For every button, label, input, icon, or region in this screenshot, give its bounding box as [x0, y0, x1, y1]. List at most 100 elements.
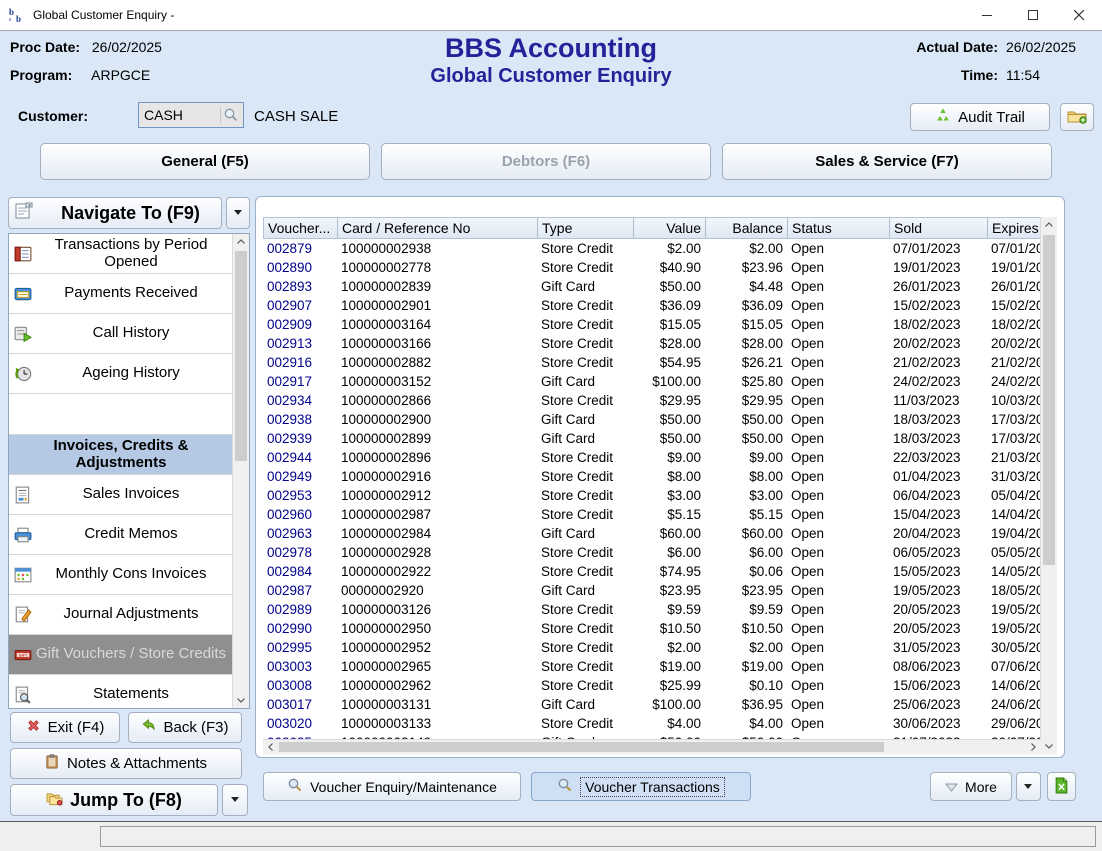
customer-code-input[interactable]: [139, 107, 220, 123]
table-row[interactable]: 002963100000002984Gift Card$60.00$60.00O…: [263, 524, 1041, 543]
column-header-expires[interactable]: Expires: [988, 218, 1041, 238]
cell-voucher[interactable]: 003008: [263, 676, 337, 695]
table-row[interactable]: 002879100000002938Store Credit$2.00$2.00…: [263, 239, 1041, 258]
cell-voucher[interactable]: 002987: [263, 581, 337, 600]
table-vertical-scrollbar[interactable]: [1040, 217, 1057, 754]
cell-voucher[interactable]: 002913: [263, 334, 337, 353]
table-row[interactable]: 002913100000003166Store Credit$28.00$28.…: [263, 334, 1041, 353]
cell-voucher[interactable]: 002917: [263, 372, 337, 391]
table-row[interactable]: 002938100000002900Gift Card$50.00$50.00O…: [263, 410, 1041, 429]
notes-attachments-button[interactable]: Notes & Attachments: [10, 748, 242, 779]
jump-to-button[interactable]: Jump To (F8): [10, 784, 218, 816]
sidebar-item-call-history[interactable]: Call History: [9, 314, 233, 354]
cell-voucher[interactable]: 002939: [263, 429, 337, 448]
table-row[interactable]: 002995100000002952Store Credit$2.00$2.00…: [263, 638, 1041, 657]
minimize-button[interactable]: [964, 0, 1010, 30]
cell-voucher[interactable]: 002989: [263, 600, 337, 619]
table-hscroll-thumb[interactable]: [279, 742, 884, 752]
scroll-down-icon[interactable]: [233, 693, 249, 708]
sidebar-item-gift-vouchers-store-credits[interactable]: GIFTGift Vouchers / Store Credits: [9, 635, 233, 675]
sidebar-item-credit-memos[interactable]: Credit Memos: [9, 515, 233, 555]
table-row[interactable]: 003020100000003133Store Credit$4.00$4.00…: [263, 714, 1041, 733]
table-row[interactable]: 002890100000002778Store Credit$40.90$23.…: [263, 258, 1041, 277]
table-row[interactable]: 003017100000003131Gift Card$100.00$36.95…: [263, 695, 1041, 714]
close-button[interactable]: [1056, 0, 1102, 30]
cell-voucher[interactable]: 002916: [263, 353, 337, 372]
customer-code-field[interactable]: [138, 102, 244, 128]
audit-trail-button[interactable]: Audit Trail: [910, 103, 1050, 131]
scroll-up-icon[interactable]: [1041, 217, 1057, 232]
scroll-left-icon[interactable]: [263, 740, 278, 753]
cell-voucher[interactable]: 002893: [263, 277, 337, 296]
sidebar-scroll-thumb[interactable]: [235, 251, 247, 461]
cell-voucher[interactable]: 002938: [263, 410, 337, 429]
exit-button[interactable]: Exit (F4): [10, 712, 120, 743]
sidebar-scrollbar[interactable]: [232, 234, 249, 708]
export-excel-button[interactable]: [1047, 772, 1076, 801]
table-row[interactable]: 002984100000002922Store Credit$74.95$0.0…: [263, 562, 1041, 581]
table-row[interactable]: 002909100000003164Store Credit$15.05$15.…: [263, 315, 1041, 334]
voucher-enquiry-button[interactable]: Voucher Enquiry/Maintenance: [263, 772, 521, 801]
table-row[interactable]: 002934100000002866Store Credit$29.95$29.…: [263, 391, 1041, 410]
more-dropdown-button[interactable]: [1016, 772, 1041, 801]
column-header-value[interactable]: Value: [634, 218, 706, 238]
scroll-up-icon[interactable]: [233, 234, 249, 249]
table-row[interactable]: 002953100000002912Store Credit$3.00$3.00…: [263, 486, 1041, 505]
cell-voucher[interactable]: 002890: [263, 258, 337, 277]
column-header-card-reference[interactable]: Card / Reference No: [338, 218, 538, 238]
cell-voucher[interactable]: 002984: [263, 562, 337, 581]
sidebar-item-payments-received[interactable]: Payments Received: [9, 274, 233, 314]
cell-voucher[interactable]: 003003: [263, 657, 337, 676]
cell-voucher[interactable]: 002978: [263, 543, 337, 562]
sidebar-item-transactions-by-period-opened[interactable]: Transactions by Period Opened: [9, 234, 233, 274]
column-header-status[interactable]: Status: [788, 218, 890, 238]
navigate-to-button[interactable]: Navigate To (F9): [8, 197, 222, 229]
table-row[interactable]: 002916100000002882Store Credit$54.95$26.…: [263, 353, 1041, 372]
column-header-sold[interactable]: Sold: [890, 218, 988, 238]
sidebar-item-journal-adjustments[interactable]: Journal Adjustments: [9, 595, 233, 635]
cell-voucher[interactable]: 002909: [263, 315, 337, 334]
table-row[interactable]: 002939100000002899Gift Card$50.00$50.00O…: [263, 429, 1041, 448]
cell-voucher[interactable]: 002963: [263, 524, 337, 543]
table-row[interactable]: 00298700000002920Gift Card$23.95$23.95Op…: [263, 581, 1041, 600]
sidebar-item-statements[interactable]: Statements: [9, 675, 233, 709]
cell-voucher[interactable]: 002949: [263, 467, 337, 486]
cell-voucher[interactable]: 003017: [263, 695, 337, 714]
table-row[interactable]: 002990100000002950Store Credit$10.50$10.…: [263, 619, 1041, 638]
table-row[interactable]: 002907100000002901Store Credit$36.09$36.…: [263, 296, 1041, 315]
scroll-right-icon[interactable]: [1026, 740, 1041, 753]
cell-voucher[interactable]: 002934: [263, 391, 337, 410]
cell-voucher[interactable]: 002990: [263, 619, 337, 638]
cell-voucher[interactable]: 002953: [263, 486, 337, 505]
sidebar-item-ageing-history[interactable]: Ageing History: [9, 354, 233, 394]
sidebar-item-monthly-cons-invoices[interactable]: Monthly Cons Invoices: [9, 555, 233, 595]
table-row[interactable]: 002978100000002928Store Credit$6.00$6.00…: [263, 543, 1041, 562]
table-row[interactable]: 002960100000002987Store Credit$5.15$5.15…: [263, 505, 1041, 524]
back-button[interactable]: Back (F3): [128, 712, 242, 743]
cell-voucher[interactable]: 002995: [263, 638, 337, 657]
jump-to-dropdown-button[interactable]: [222, 784, 248, 816]
maximize-button[interactable]: [1010, 0, 1056, 30]
cell-voucher[interactable]: 002944: [263, 448, 337, 467]
scroll-down-icon[interactable]: [1041, 739, 1057, 754]
tab-general[interactable]: General (F5): [40, 143, 370, 180]
column-header-balance[interactable]: Balance: [706, 218, 788, 238]
table-horizontal-scrollbar[interactable]: [263, 739, 1041, 754]
voucher-transactions-button[interactable]: Voucher Transactions: [531, 772, 751, 801]
cell-voucher[interactable]: 002907: [263, 296, 337, 315]
column-header-voucher[interactable]: Voucher...: [264, 218, 338, 238]
cell-voucher[interactable]: 002879: [263, 239, 337, 258]
table-vscroll-thumb[interactable]: [1043, 235, 1055, 565]
tab-sales-service[interactable]: Sales & Service (F7): [722, 143, 1052, 180]
more-button[interactable]: More: [930, 772, 1012, 801]
table-row[interactable]: 002893100000002839Gift Card$50.00$4.48Op…: [263, 277, 1041, 296]
table-row[interactable]: 002949100000002916Store Credit$8.00$8.00…: [263, 467, 1041, 486]
column-header-type[interactable]: Type: [538, 218, 634, 238]
sidebar-item-sales-invoices[interactable]: Sales Invoices: [9, 475, 233, 515]
navigate-dropdown-button[interactable]: [226, 197, 250, 229]
table-row[interactable]: 002917100000003152Gift Card$100.00$25.80…: [263, 372, 1041, 391]
table-row[interactable]: 002989100000003126Store Credit$9.59$9.59…: [263, 600, 1041, 619]
add-folder-button[interactable]: [1060, 103, 1094, 131]
table-row[interactable]: 003008100000002962Store Credit$25.99$0.1…: [263, 676, 1041, 695]
table-row[interactable]: 002944100000002896Store Credit$9.00$9.00…: [263, 448, 1041, 467]
